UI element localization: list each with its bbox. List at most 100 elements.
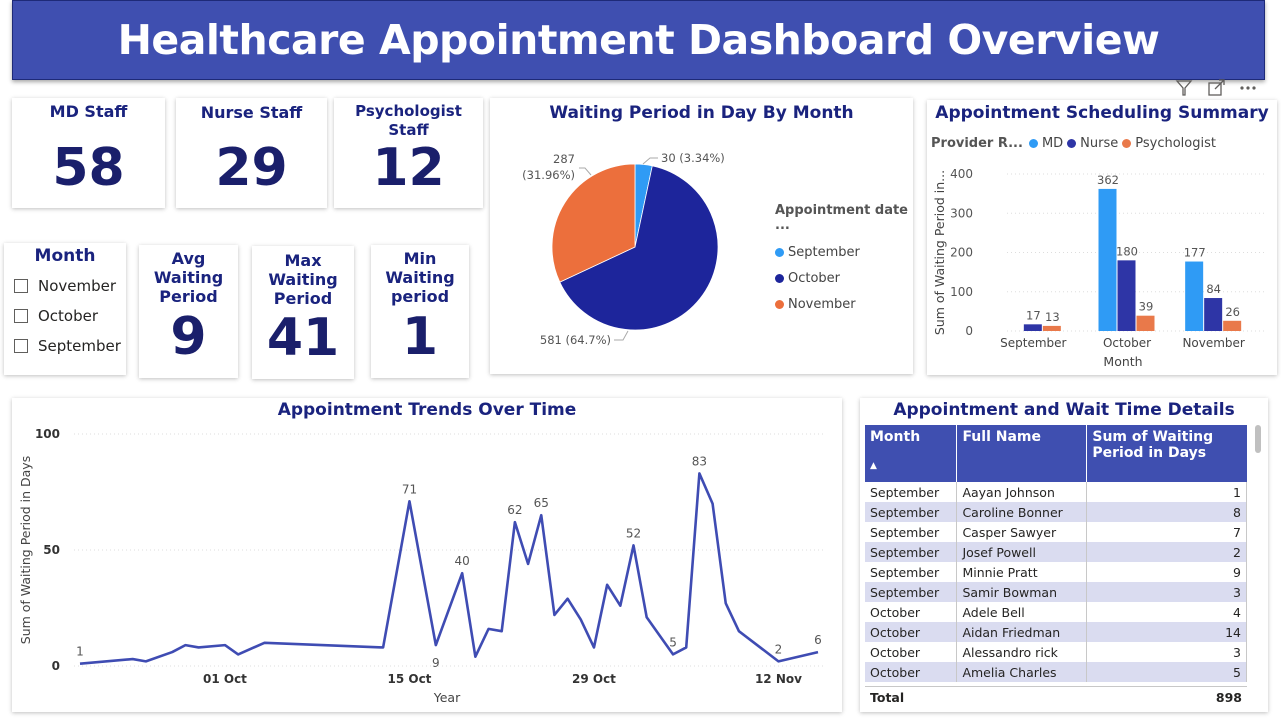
bar-md-november[interactable] <box>1185 261 1204 331</box>
table-row[interactable]: September Aayan Johnson 1 <box>865 482 1247 502</box>
sort-ascending-icon[interactable]: ▲ <box>870 461 951 471</box>
y-tick-label: 100 <box>35 427 60 441</box>
visual-header-toolbar <box>1172 78 1272 98</box>
legend-label: September <box>788 244 860 260</box>
dashboard-title: Healthcare Appointment Dashboard Overvie… <box>117 16 1160 64</box>
table-title: Appointment and Wait Time Details <box>893 400 1235 420</box>
bar-psychologist-october[interactable] <box>1136 315 1155 331</box>
table-row[interactable]: October Adele Bell 4 <box>865 602 1247 622</box>
full-name-cell: Minnie Pratt <box>956 562 1088 582</box>
table-row[interactable]: September Josef Powell 2 <box>865 542 1247 562</box>
y-tick-label: 100 <box>950 285 973 299</box>
min-waiting-label: Min Waiting period <box>385 249 455 306</box>
more-options-icon[interactable] <box>1240 86 1256 90</box>
table-row[interactable]: October Aidan Friedman 14 <box>865 622 1247 642</box>
x-tick-label: September <box>1000 336 1066 350</box>
bar-nurse-november[interactable] <box>1204 298 1223 331</box>
bar-md-october[interactable] <box>1098 188 1117 331</box>
slicer-item-september[interactable]: September <box>14 331 121 361</box>
bar-nurse-september[interactable] <box>1023 324 1042 331</box>
bar-psychologist-september[interactable] <box>1042 325 1061 331</box>
legend-item-october[interactable]: October <box>775 265 910 291</box>
trend-line-series[interactable] <box>79 472 819 665</box>
month-cell: September <box>865 542 958 562</box>
checkbox[interactable] <box>14 339 28 353</box>
md-staff-label: MD Staff <box>49 102 128 121</box>
x-axis-title: Year <box>433 690 461 705</box>
md-staff-value: 58 <box>52 138 125 198</box>
month-cell: September <box>865 502 958 522</box>
bar-chart-card: Appointment Scheduling Summary Provider … <box>927 100 1277 375</box>
leader-line <box>642 157 658 165</box>
table-header-row: Month ▲ Full Name Sum of Waiting Period … <box>865 425 1247 482</box>
full-name-cell: Amelia Charles <box>956 662 1088 682</box>
x-tick-label: 12 Nov <box>755 672 802 686</box>
column-header-month[interactable]: Month ▲ <box>865 425 958 482</box>
y-tick-label: 300 <box>950 206 973 220</box>
data-label: 83 <box>692 454 707 468</box>
legend-marker <box>775 299 784 309</box>
x-axis-title: Month <box>1103 354 1142 369</box>
legend-label: November <box>788 296 856 312</box>
data-label: 180 <box>1116 244 1138 258</box>
waiting-period-cell: 8 <box>1086 502 1247 522</box>
pie-legend-title: Appointment date ... <box>775 203 908 233</box>
total-label: Total <box>870 690 905 705</box>
table-row[interactable]: September Samir Bowman 3 <box>865 582 1247 602</box>
checkbox[interactable] <box>14 279 28 293</box>
full-name-cell: Josef Powell <box>956 542 1088 562</box>
bar-nurse-october[interactable] <box>1117 260 1136 331</box>
month-cell: October <box>865 622 958 642</box>
slicer-item-november[interactable]: November <box>14 271 121 301</box>
pie-chart-card: Waiting Period in Day By Month 30 (3.34%… <box>490 98 913 374</box>
data-label-november-percent: (31.96%) <box>522 168 575 182</box>
data-label: 52 <box>626 526 641 540</box>
waiting-period-cell: 7 <box>1086 522 1247 542</box>
table-row[interactable]: October Alessandro rick 3 <box>865 642 1247 662</box>
column-header-label: Sum of Waiting Period in Days <box>1092 429 1214 461</box>
month-cell: September <box>865 562 958 582</box>
x-tick-label: 29 Oct <box>572 672 616 686</box>
y-tick-label: 0 <box>965 324 973 338</box>
month-slicer: Month November October September <box>4 243 126 375</box>
column-header-waiting-period[interactable]: Sum of Waiting Period in Days <box>1086 425 1247 482</box>
table-row[interactable]: September Minnie Pratt 9 <box>865 562 1247 582</box>
psychologist-staff-card: Psychologist Staff 12 <box>334 98 483 208</box>
filter-icon[interactable] <box>1175 80 1193 96</box>
table-row[interactable]: September Casper Sawyer 7 <box>865 522 1247 542</box>
data-label: 62 <box>507 503 522 517</box>
line-chart[interactable]: 0 50 100 Sum of Waiting Period in Days 01 Oc… <box>12 398 842 712</box>
data-label: 177 <box>1184 246 1206 260</box>
data-label: 1 <box>76 645 84 659</box>
waiting-period-cell: 3 <box>1086 582 1247 602</box>
data-label: 84 <box>1206 282 1221 296</box>
legend-item-september[interactable]: September <box>775 239 910 265</box>
total-value: 898 <box>1215 690 1242 705</box>
legend-item-november[interactable]: November <box>775 291 910 317</box>
table-row[interactable]: September Caroline Bonner 8 <box>865 502 1247 522</box>
table-scrollbar-thumb[interactable] <box>1255 425 1261 453</box>
max-waiting-card: Max Waiting Period 41 <box>252 246 354 379</box>
nurse-staff-value: 29 <box>215 138 288 198</box>
waiting-period-cell: 9 <box>1086 562 1247 582</box>
bar-psychologist-november[interactable] <box>1223 320 1242 331</box>
x-tick-label: 15 Oct <box>387 672 431 686</box>
month-cell: October <box>865 662 958 682</box>
waiting-period-cell: 5 <box>1086 662 1247 682</box>
psychologist-staff-value: 12 <box>372 138 445 198</box>
checkbox[interactable] <box>14 309 28 323</box>
md-staff-card: MD Staff 58 <box>12 98 165 208</box>
waiting-period-cell: 1 <box>1086 482 1247 502</box>
column-header-full-name[interactable]: Full Name <box>956 425 1088 482</box>
min-waiting-value: 1 <box>401 307 439 367</box>
focus-mode-icon[interactable] <box>1208 79 1225 96</box>
month-slicer-title: Month <box>34 246 96 266</box>
dashboard-title-bar: Healthcare Appointment Dashboard Overvie… <box>12 0 1265 80</box>
slicer-item-october[interactable]: October <box>14 301 121 331</box>
table-row[interactable]: October Amelia Charles 5 <box>865 662 1247 682</box>
x-tick-label: 01 Oct <box>203 672 247 686</box>
data-label-november-value: 287 <box>553 152 575 166</box>
details-table-card: Appointment and Wait Time Details Month … <box>860 398 1268 712</box>
x-tick-label: November <box>1182 336 1244 350</box>
bar-chart[interactable]: 0 100 200 300 400Sum of Waiting Period in...… <box>927 100 1277 375</box>
